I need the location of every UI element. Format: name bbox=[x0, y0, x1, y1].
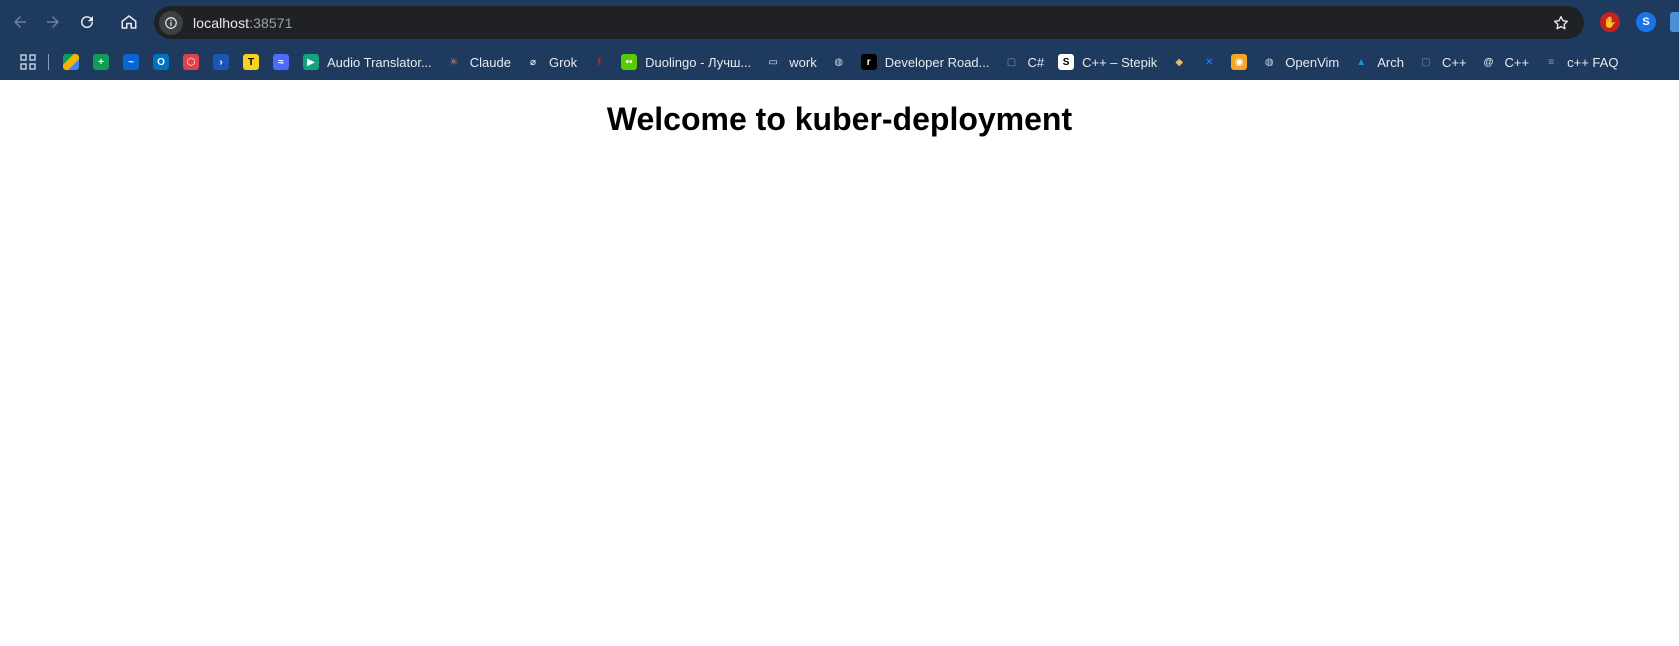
home-icon bbox=[121, 15, 137, 29]
bookmark-label: Grok bbox=[548, 54, 578, 70]
folder-icon: ▭ bbox=[768, 56, 778, 68]
bookmark-label: C++ bbox=[1504, 54, 1530, 70]
reload-button[interactable] bbox=[73, 8, 101, 36]
bookmark-label: C++ bbox=[1441, 54, 1467, 70]
bookmarks-bar: + ~ O ⬡ › T ≈ ▶ Audio Translator... ✳ Claude ⌀ Grok f… bbox=[0, 44, 1679, 80]
grok-icon: ⌀ bbox=[529, 56, 536, 68]
bookmark-label: Arch bbox=[1377, 54, 1404, 70]
address-bar[interactable]: localhost:38571 bbox=[154, 6, 1584, 39]
bookmark-grok[interactable]: ⌀ Grok bbox=[519, 48, 583, 76]
globe-icon: ◍ bbox=[1264, 56, 1274, 68]
confluence-icon: ✕ bbox=[1205, 56, 1214, 68]
outlook-icon: O bbox=[153, 54, 169, 70]
bookmark-owl[interactable]: ◆ bbox=[1165, 48, 1193, 76]
page-content: Welcome to kuber-deployment bbox=[0, 80, 1679, 646]
apps-button[interactable] bbox=[14, 48, 42, 76]
info-icon bbox=[165, 16, 177, 29]
arch-icon: ▲ bbox=[1356, 56, 1367, 68]
url-host: localhost bbox=[193, 14, 250, 31]
bookmark-c[interactable]: ▢ C++ bbox=[1412, 48, 1473, 76]
toolbar: localhost:38571 ✋ S bbox=[0, 0, 1679, 44]
bookmark-c-faq[interactable]: ≡ c++ FAQ bbox=[1537, 48, 1624, 76]
bookmark-google-sheets[interactable]: + bbox=[87, 48, 115, 76]
url-port: :38571 bbox=[249, 14, 293, 31]
deepseek-icon: ≈ bbox=[273, 54, 289, 70]
browser-chrome: localhost:38571 ✋ S + ~ O ⬡ › T ≈ ▶ Audio Transl… bbox=[0, 0, 1679, 80]
back-icon bbox=[14, 16, 26, 28]
google-drive-icon bbox=[63, 54, 79, 70]
bookmark-globe[interactable]: ◍ bbox=[825, 48, 853, 76]
bookmark-t[interactable]: T bbox=[237, 48, 265, 76]
bookmark-arch[interactable]: ▲ Arch bbox=[1347, 48, 1410, 76]
play-icon: ▶ bbox=[303, 54, 319, 70]
stackoverflow-icon: ≡ bbox=[1548, 56, 1555, 68]
bookmark-label: work bbox=[789, 54, 817, 70]
apps-grid-icon bbox=[20, 54, 36, 70]
roadmap-icon: r bbox=[860, 54, 877, 70]
page-title: Welcome to kuber-deployment bbox=[606, 101, 1073, 137]
bookmark-star-button[interactable] bbox=[1550, 12, 1572, 34]
t-icon: T bbox=[243, 54, 259, 70]
bookmark-label: Developer Road... bbox=[884, 54, 990, 70]
bookmark-list: + ~ O ⬡ › T ≈ ▶ Audio Translator... ✳ Claude ⌀ Grok f… bbox=[57, 48, 1626, 76]
cplusplus-icon: @ bbox=[1483, 56, 1494, 68]
owl-icon: ◆ bbox=[1175, 56, 1184, 68]
bookmark-c[interactable]: @ C++ bbox=[1475, 48, 1536, 76]
bookmarks-separator bbox=[48, 54, 49, 70]
home-button[interactable] bbox=[115, 8, 143, 36]
hex-icon: ⬡ bbox=[183, 54, 199, 70]
bookmark-red-f[interactable]: f bbox=[585, 48, 613, 76]
bookmark-label: c++ FAQ bbox=[1567, 54, 1619, 70]
bookmark-label: Claude bbox=[469, 54, 511, 70]
bookmark-outlook[interactable]: O bbox=[147, 48, 175, 76]
bookmark-confluence[interactable]: ✕ bbox=[1195, 48, 1223, 76]
bookmark-audio-translator[interactable]: ▶ Audio Translator... bbox=[297, 48, 438, 76]
stepik-icon: S bbox=[1058, 54, 1075, 70]
bookmark-c-stepik[interactable]: S C++ – Stepik bbox=[1052, 48, 1163, 76]
globe-icon: ◍ bbox=[834, 56, 844, 68]
bookmark-label: C++ – Stepik bbox=[1082, 54, 1158, 70]
bookmark-label: OpenVim bbox=[1285, 54, 1340, 70]
star-icon bbox=[1553, 15, 1569, 30]
bookmark-duolingo[interactable]: •• Duolingo - Лучш... bbox=[615, 48, 757, 76]
extension-adblock-icon[interactable]: ✋ bbox=[1600, 12, 1620, 32]
forward-icon bbox=[47, 16, 59, 28]
bookmark-label: C# bbox=[1027, 54, 1045, 70]
back-button[interactable] bbox=[6, 8, 34, 36]
bookmark-google-drive[interactable] bbox=[57, 48, 85, 76]
book-icon: ▢ bbox=[1006, 56, 1017, 68]
red-f-icon: f bbox=[597, 56, 601, 68]
onedrive-icon: ~ bbox=[123, 54, 139, 70]
bookmark-powershell[interactable]: › bbox=[207, 48, 235, 76]
duolingo-icon: •• bbox=[621, 54, 638, 70]
powershell-icon: › bbox=[213, 54, 229, 70]
url-text[interactable]: localhost:38571 bbox=[193, 15, 293, 31]
bookmark-developer-road[interactable]: r Developer Road... bbox=[855, 48, 996, 76]
bookmark-label: Audio Translator... bbox=[327, 54, 432, 70]
bookmark-openvim[interactable]: ◍ OpenVim bbox=[1255, 48, 1345, 76]
bookmark-c[interactable]: ▢ C# bbox=[997, 48, 1050, 76]
lion-icon: ◉ bbox=[1231, 54, 1248, 70]
extension-shazam-icon[interactable]: S bbox=[1636, 12, 1656, 32]
bookmark-work[interactable]: ▭ work bbox=[759, 48, 822, 76]
site-info-button[interactable] bbox=[159, 10, 183, 35]
bookmark-claude[interactable]: ✳ Claude bbox=[440, 48, 517, 76]
bookmark-deepseek[interactable]: ≈ bbox=[267, 48, 295, 76]
forward-button[interactable] bbox=[39, 8, 67, 36]
claude-icon: ✳ bbox=[449, 56, 458, 68]
bookmark-lion[interactable]: ◉ bbox=[1225, 48, 1253, 76]
book-icon: ▢ bbox=[1421, 56, 1431, 68]
bookmark-hex[interactable]: ⬡ bbox=[177, 48, 205, 76]
bookmark-label: Duolingo - Лучш... bbox=[645, 54, 752, 70]
google-sheets-icon: + bbox=[93, 54, 109, 70]
reload-icon bbox=[81, 16, 94, 29]
bookmark-onedrive[interactable]: ~ bbox=[117, 48, 145, 76]
extension-icon[interactable] bbox=[1670, 12, 1679, 32]
